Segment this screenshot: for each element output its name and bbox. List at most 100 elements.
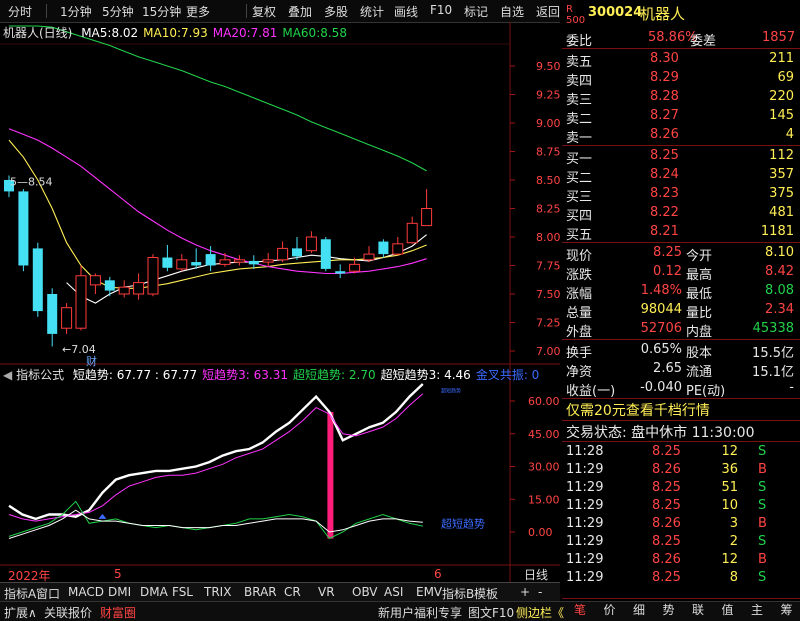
ask-row: 卖四8.2969	[566, 69, 798, 88]
indicator-tab-9[interactable]: VR	[318, 585, 335, 599]
toolbar-item-10[interactable]: F10	[430, 3, 452, 17]
tick-row: 11:298.258S	[566, 569, 798, 588]
tick-volume: 51	[721, 480, 738, 495]
status-right-0[interactable]: 新用户福利专享	[378, 604, 462, 621]
tick-volume: 12	[721, 444, 738, 459]
status-right-1[interactable]: 图文F10	[468, 604, 514, 621]
bid-volume: 112	[769, 148, 794, 163]
indicator-tab-5[interactable]: FSL	[172, 585, 193, 599]
toolbar-item-9[interactable]: 画线	[394, 3, 418, 20]
candle	[263, 253, 273, 267]
tick-row: 11:298.2636B	[566, 461, 798, 480]
quote-tab-2[interactable]: 细	[625, 601, 653, 620]
candle	[62, 303, 72, 334]
candle	[191, 248, 201, 269]
indicator-tab-12[interactable]: EMV	[416, 585, 442, 599]
stat-label: 总量	[566, 302, 592, 321]
price-tick-label: 8.50	[536, 174, 560, 187]
indicator-tab-4[interactable]: DMA	[140, 585, 168, 599]
ask-row: 卖五8.30211	[566, 50, 798, 69]
toolbar-item-6[interactable]: 叠加	[288, 3, 312, 20]
plus-icon[interactable]: +	[520, 585, 530, 599]
candle	[119, 280, 129, 297]
toolbar-item-11[interactable]: 标记	[464, 3, 488, 20]
ma-legend-label: MA20:	[213, 26, 251, 40]
indicator-dropdown-icon[interactable]: ◀	[3, 368, 12, 382]
ask-price: 8.28	[650, 89, 679, 104]
stat2-value: 2.65	[653, 361, 682, 376]
main-chart-legend: 机器人(日线) MA5:8.02MA10:7.93MA20:7.81MA60:8…	[3, 24, 347, 41]
tick-side: B	[758, 516, 767, 531]
minus-icon[interactable]: -	[538, 585, 542, 599]
indicator-tab-3[interactable]: DMI	[108, 585, 131, 599]
toolbar-item-0[interactable]: 分时	[8, 3, 32, 20]
quote-tab-7[interactable]: 筹	[773, 601, 800, 620]
tick-price: 8.26	[652, 516, 681, 531]
toolbar-item-4[interactable]: 更多	[186, 3, 210, 20]
toolbar-item-7[interactable]: 多股	[324, 3, 348, 20]
indicator-tab-7[interactable]: BRAR	[244, 585, 277, 599]
candle	[177, 254, 187, 271]
toolbar-item-2[interactable]: 5分钟	[102, 3, 134, 20]
candle	[234, 255, 244, 265]
toolbar-item-3[interactable]: 15分钟	[142, 3, 181, 20]
toolbar-item-13[interactable]: 返回	[536, 3, 560, 20]
quote-tab-5[interactable]: 值	[714, 601, 742, 620]
panel-divider	[562, 398, 800, 399]
quote-tab-6[interactable]: 主	[743, 601, 771, 620]
promo-link[interactable]: 仅需20元查看千档行情	[566, 400, 798, 419]
indicator-tab-bar: 指标A窗口 MACD DMI DMA FSL TRIX BRAR CR VR OBV ASI EMV指…	[0, 582, 560, 601]
stat-label: 涨幅	[566, 283, 592, 302]
period-label[interactable]: 日线	[524, 566, 548, 583]
status-left-1[interactable]: 关联报价	[44, 604, 92, 621]
bid-price: 8.24	[650, 167, 679, 182]
tick-side: S	[758, 534, 766, 549]
indicator-tab-8[interactable]: CR	[284, 585, 301, 599]
indicator-tab-11[interactable]: ASI	[384, 585, 403, 599]
stat-label: 最低	[686, 283, 712, 302]
ask-price: 8.29	[650, 70, 679, 85]
indicator-tab-0[interactable]: 指标A	[4, 585, 36, 602]
candle	[378, 239, 388, 257]
indicator-tab-13[interactable]: 指标B	[442, 585, 474, 602]
price-tick-label: 7.00	[536, 345, 560, 358]
candle	[335, 264, 345, 278]
stat-row: 涨幅1.48%最低8.08	[566, 282, 798, 301]
weicha-label: 委差	[690, 30, 716, 49]
indicator-tab-2[interactable]: MACD	[68, 585, 104, 599]
price-tick-label: 7.25	[536, 317, 560, 330]
tick-side: B	[758, 552, 767, 567]
price-tick-label: 7.50	[536, 288, 560, 301]
chart-area: 5—8.54←7.04财 超短趋势超短趋势 9.509.259.008.758.…	[0, 22, 560, 582]
candle	[105, 277, 115, 296]
toolbar-item-5[interactable]: 复权	[252, 3, 276, 20]
stat2-row: 收益(一)-0.040PE(动)-	[566, 379, 798, 398]
quote-tab-3[interactable]: 势	[655, 601, 683, 620]
toolbar-item-1[interactable]: 1分钟	[60, 3, 92, 20]
candle	[422, 189, 432, 225]
toolbar-item-8[interactable]: 统计	[360, 3, 384, 20]
stat-value: 8.08	[765, 283, 794, 298]
indicator-tab-14[interactable]: 模板	[474, 585, 498, 602]
indicator-name[interactable]: 指标公式	[16, 368, 64, 382]
ma-legend-value: 7.93	[181, 26, 208, 40]
panel-divider	[562, 420, 800, 421]
price-tick-label: 8.00	[536, 231, 560, 244]
ask-volume: 69	[777, 70, 794, 85]
candle	[148, 254, 158, 296]
candle	[292, 237, 302, 260]
indicator-tab-6[interactable]: TRIX	[204, 585, 231, 599]
status-left-0[interactable]: 扩展∧	[4, 604, 37, 621]
indicator-tab-1[interactable]: 窗口	[36, 585, 60, 602]
quote-tab-4[interactable]: 联	[684, 601, 712, 620]
quote-tab-0[interactable]: 笔	[566, 601, 594, 620]
tick-side: S	[758, 480, 766, 495]
status-right-2[interactable]: 侧边栏《	[516, 604, 564, 621]
stat2-value: -0.040	[640, 380, 682, 395]
quote-tab-1[interactable]: 价	[596, 601, 624, 620]
stat-row: 涨跌0.12最高8.42	[566, 263, 798, 282]
indicator-tab-10[interactable]: OBV	[352, 585, 378, 599]
status-left-2[interactable]: 财富圈	[100, 604, 136, 621]
high-price-annotation: 5—8.54	[10, 176, 53, 189]
toolbar-item-12[interactable]: 自选	[500, 3, 524, 20]
